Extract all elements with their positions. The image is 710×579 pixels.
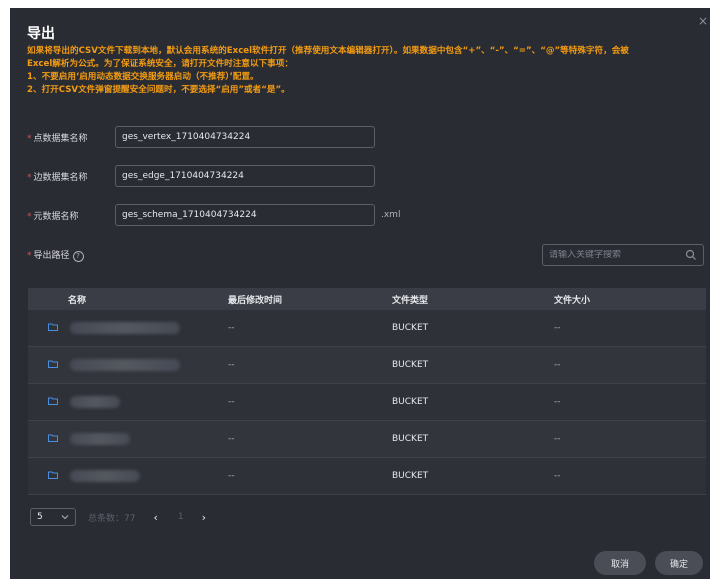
path-label: * 导出路径? — [27, 248, 115, 262]
export-dialog: × 导出 如果将导出的CSV文件下载到本地，默认会用系统的Excel软件打开（推… — [10, 8, 710, 579]
vertex-name-input[interactable]: ges_vertex_1710404734224 — [115, 126, 375, 148]
cancel-button[interactable]: 取消 — [594, 551, 646, 575]
schema-suffix: .xml — [381, 210, 401, 220]
blurred-name — [70, 359, 180, 371]
pagination: 5 总条数：77 ‹ 1 › — [30, 508, 206, 526]
row-size: -- — [554, 397, 561, 407]
page-size-select[interactable]: 5 — [30, 508, 76, 526]
schema-name-input[interactable]: ges_schema_1710404734224 — [115, 204, 375, 226]
row-size: -- — [554, 471, 561, 481]
schema-row: * 元数据名称 ges_schema_1710404734224 .xml — [27, 204, 400, 226]
required-mark: * — [27, 211, 32, 222]
blurred-name — [70, 322, 180, 334]
row-size: -- — [554, 434, 561, 444]
vertex-label: * 点数据集名称 — [27, 133, 88, 144]
required-mark: * — [27, 133, 32, 144]
row-type: BUCKET — [392, 360, 429, 370]
row-modified: -- — [228, 397, 235, 407]
edge-name-input[interactable]: ges_edge_1710404734224 — [115, 165, 375, 187]
header-type: 文件类型 — [392, 295, 429, 306]
row-modified: -- — [228, 434, 235, 444]
folder-icon — [48, 397, 58, 405]
table-row[interactable]: -- BUCKET -- — [28, 458, 706, 495]
search-icon[interactable] — [685, 249, 697, 261]
folder-icon — [48, 434, 58, 442]
search-input[interactable] — [549, 250, 685, 260]
edge-row: * 边数据集名称 ges_edge_1710404734224 — [27, 165, 375, 187]
folder-icon — [48, 471, 58, 479]
dialog-title: 导出 — [27, 26, 55, 42]
chevron-down-icon — [61, 515, 69, 520]
path-row: * 导出路径? — [27, 244, 115, 266]
page-size-value: 5 — [37, 512, 43, 522]
folder-icon — [48, 323, 58, 331]
total-count: 总条数：77 — [88, 513, 136, 524]
next-page-icon[interactable]: › — [202, 511, 206, 524]
help-icon[interactable]: ? — [72, 251, 84, 262]
row-type: BUCKET — [392, 323, 429, 333]
row-type: BUCKET — [392, 434, 429, 444]
header-size: 文件大小 — [554, 295, 591, 306]
row-size: -- — [554, 323, 561, 333]
header-name: 名称 — [68, 295, 87, 306]
table-row[interactable]: -- BUCKET -- — [28, 384, 706, 421]
table-row[interactable]: -- BUCKET -- — [28, 421, 706, 458]
row-type: BUCKET — [392, 471, 429, 481]
blurred-name — [70, 470, 140, 482]
row-type: BUCKET — [392, 397, 429, 407]
table-header: 名称 最后修改时间 文件类型 文件大小 — [28, 288, 706, 310]
warning-line: 1、不要启用‘启用动态数据交换服务器启动（不推荐）’配置。 — [27, 72, 259, 82]
row-modified: -- — [228, 471, 235, 481]
warning-line: Excel解析为公式。为了保证系统安全，请打开文件时注意以下事项： — [27, 59, 293, 69]
header-modified: 最后修改时间 — [228, 295, 283, 306]
warning-line: 2、打开CSV文件弹窗提醒安全问题时，不要选择“启用”或者“是”。 — [27, 85, 290, 95]
current-page[interactable]: 1 — [178, 512, 184, 522]
edge-label: * 边数据集名称 — [27, 172, 88, 183]
required-mark: * — [27, 251, 32, 261]
row-size: -- — [554, 360, 561, 370]
blurred-name — [70, 433, 130, 445]
prev-page-icon[interactable]: ‹ — [153, 511, 157, 524]
search-box[interactable] — [542, 244, 704, 266]
row-modified: -- — [228, 323, 235, 333]
folder-icon — [48, 360, 58, 368]
schema-label: * 元数据名称 — [27, 211, 79, 222]
table-row[interactable]: -- BUCKET -- — [28, 347, 706, 384]
blurred-name — [70, 396, 120, 408]
table-row[interactable]: -- BUCKET -- — [28, 310, 706, 347]
confirm-button[interactable]: 确定 — [655, 551, 703, 575]
warning-text: 如果将导出的CSV文件下载到本地，默认会用系统的Excel软件打开（推荐使用文本… — [27, 45, 707, 97]
vertex-row: * 点数据集名称 ges_vertex_1710404734224 — [27, 126, 375, 148]
row-modified: -- — [228, 360, 235, 370]
file-table: 名称 最后修改时间 文件类型 文件大小 -- BUCKET -- -- BUCK… — [28, 288, 706, 495]
required-mark: * — [27, 172, 32, 183]
close-icon[interactable]: × — [698, 14, 708, 28]
warning-line: 如果将导出的CSV文件下载到本地，默认会用系统的Excel软件打开（推荐使用文本… — [27, 46, 629, 56]
